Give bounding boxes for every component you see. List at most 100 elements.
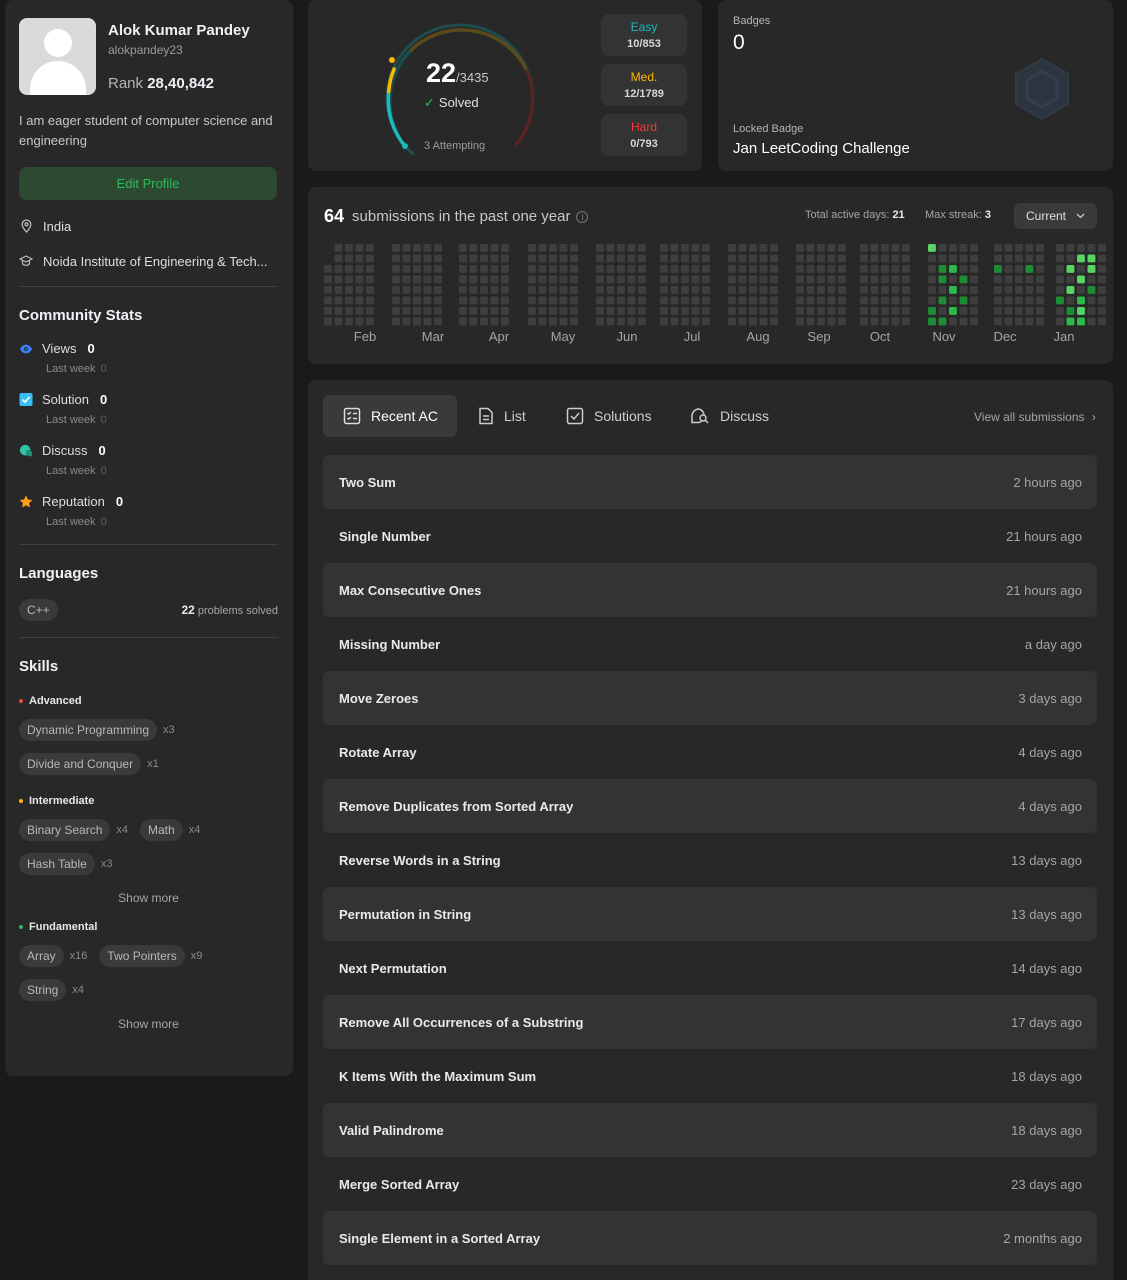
- heatmap-cell[interactable]: [1087, 244, 1096, 252]
- heatmap-cell[interactable]: [838, 296, 846, 305]
- heatmap-cell[interactable]: [928, 265, 936, 273]
- heatmap-cell[interactable]: [549, 307, 557, 315]
- heatmap-cell[interactable]: [1004, 254, 1013, 263]
- heatmap-cell[interactable]: [413, 244, 421, 252]
- heatmap-cell[interactable]: [796, 275, 804, 284]
- heatmap-cell[interactable]: [870, 286, 879, 294]
- skill-tag[interactable]: Hash Table: [19, 853, 95, 875]
- heatmap-cell[interactable]: [891, 296, 900, 305]
- avatar[interactable]: [19, 18, 96, 95]
- heatmap-cell[interactable]: [638, 265, 646, 273]
- heatmap-cell[interactable]: [1077, 244, 1085, 252]
- heatmap-cell[interactable]: [324, 286, 332, 294]
- heatmap-cell[interactable]: [345, 265, 353, 273]
- heatmap-cell[interactable]: [670, 296, 679, 305]
- heatmap-cell[interactable]: [1036, 265, 1044, 273]
- heatmap-cell[interactable]: [860, 307, 868, 315]
- heatmap-cell[interactable]: [355, 317, 364, 326]
- heatmap-cell[interactable]: [681, 286, 689, 294]
- heatmap-cell[interactable]: [1056, 307, 1064, 315]
- heatmap-cell[interactable]: [638, 244, 646, 252]
- heatmap-cell[interactable]: [670, 307, 679, 315]
- heatmap-cell[interactable]: [970, 275, 978, 284]
- heatmap-cell[interactable]: [806, 296, 815, 305]
- heatmap-cell[interactable]: [1077, 254, 1085, 263]
- heatmap-cell[interactable]: [434, 244, 442, 252]
- skill-tag[interactable]: Math: [140, 819, 183, 841]
- heatmap-cell[interactable]: [469, 296, 478, 305]
- heatmap-cell[interactable]: [728, 265, 736, 273]
- heatmap-cell[interactable]: [490, 307, 499, 315]
- heatmap-cell[interactable]: [970, 317, 978, 326]
- heatmap-cell[interactable]: [994, 275, 1002, 284]
- heatmap-cell[interactable]: [423, 317, 432, 326]
- heatmap-cell[interactable]: [738, 296, 747, 305]
- heatmap-cell[interactable]: [538, 265, 547, 273]
- heatmap-cell[interactable]: [938, 307, 947, 315]
- heatmap-cell[interactable]: [1025, 254, 1034, 263]
- heatmap-cell[interactable]: [870, 254, 879, 263]
- heatmap-cell[interactable]: [1056, 296, 1064, 305]
- heatmap-cell[interactable]: [827, 254, 836, 263]
- heatmap-cell[interactable]: [994, 286, 1002, 294]
- heatmap-cell[interactable]: [817, 254, 825, 263]
- heatmap-cell[interactable]: [749, 317, 757, 326]
- heatmap-cell[interactable]: [334, 275, 343, 284]
- heatmap-cell[interactable]: [1077, 286, 1085, 294]
- language-tag[interactable]: C++: [19, 599, 58, 621]
- heatmap-cell[interactable]: [1025, 286, 1034, 294]
- submission-title[interactable]: Single Number: [339, 529, 431, 544]
- heatmap-cell[interactable]: [1025, 265, 1034, 273]
- heatmap-cell[interactable]: [891, 317, 900, 326]
- heatmap-cell[interactable]: [870, 265, 879, 273]
- difficulty-medium[interactable]: Med. 12/1789: [601, 64, 687, 106]
- heatmap-cell[interactable]: [638, 286, 646, 294]
- heatmap-cell[interactable]: [902, 244, 910, 252]
- heatmap-cell[interactable]: [938, 296, 947, 305]
- heatmap-cell[interactable]: [1066, 307, 1075, 315]
- heatmap-cell[interactable]: [324, 317, 332, 326]
- heatmap-cell[interactable]: [949, 296, 957, 305]
- heatmap-cell[interactable]: [1004, 244, 1013, 252]
- heatmap-cell[interactable]: [702, 265, 710, 273]
- heatmap-cell[interactable]: [870, 244, 879, 252]
- heatmap-cell[interactable]: [691, 244, 700, 252]
- heatmap-cell[interactable]: [891, 307, 900, 315]
- school-text[interactable]: Noida Institute of Engineering & Tech...: [43, 254, 268, 269]
- heatmap-cell[interactable]: [355, 265, 364, 273]
- heatmap-cell[interactable]: [1066, 286, 1075, 294]
- heatmap-cell[interactable]: [606, 286, 615, 294]
- heatmap-cell[interactable]: [480, 254, 488, 263]
- heatmap-cell[interactable]: [860, 254, 868, 263]
- heatmap-cell[interactable]: [423, 286, 432, 294]
- heatmap-cell[interactable]: [638, 317, 646, 326]
- heatmap-cell[interactable]: [345, 244, 353, 252]
- heatmap-cell[interactable]: [796, 265, 804, 273]
- submission-row[interactable]: Rotate Array 4 days ago: [323, 725, 1097, 779]
- heatmap-cell[interactable]: [627, 307, 636, 315]
- heatmap-cell[interactable]: [949, 307, 957, 315]
- heatmap-cell[interactable]: [870, 296, 879, 305]
- heatmap-cell[interactable]: [749, 296, 757, 305]
- heatmap-cell[interactable]: [324, 265, 332, 273]
- heatmap-cell[interactable]: [1036, 244, 1044, 252]
- heatmap-cell[interactable]: [1066, 265, 1075, 273]
- heatmap-cell[interactable]: [501, 317, 509, 326]
- heatmap-cell[interactable]: [434, 286, 442, 294]
- heatmap-cell[interactable]: [749, 265, 757, 273]
- heatmap-cell[interactable]: [1098, 265, 1106, 273]
- heatmap-cell[interactable]: [838, 317, 846, 326]
- heatmap-cell[interactable]: [392, 275, 400, 284]
- heatmap-cell[interactable]: [1036, 275, 1044, 284]
- heatmap-cell[interactable]: [549, 317, 557, 326]
- heatmap-cell[interactable]: [549, 244, 557, 252]
- heatmap-cell[interactable]: [817, 296, 825, 305]
- heatmap-cell[interactable]: [759, 244, 768, 252]
- heatmap-cell[interactable]: [469, 244, 478, 252]
- heatmap-cell[interactable]: [806, 265, 815, 273]
- heatmap-cell[interactable]: [938, 254, 947, 263]
- heatmap-cell[interactable]: [938, 286, 947, 294]
- heatmap-cell[interactable]: [528, 265, 536, 273]
- tab-recent-ac[interactable]: Recent AC: [323, 395, 457, 437]
- heatmap-cell[interactable]: [334, 296, 343, 305]
